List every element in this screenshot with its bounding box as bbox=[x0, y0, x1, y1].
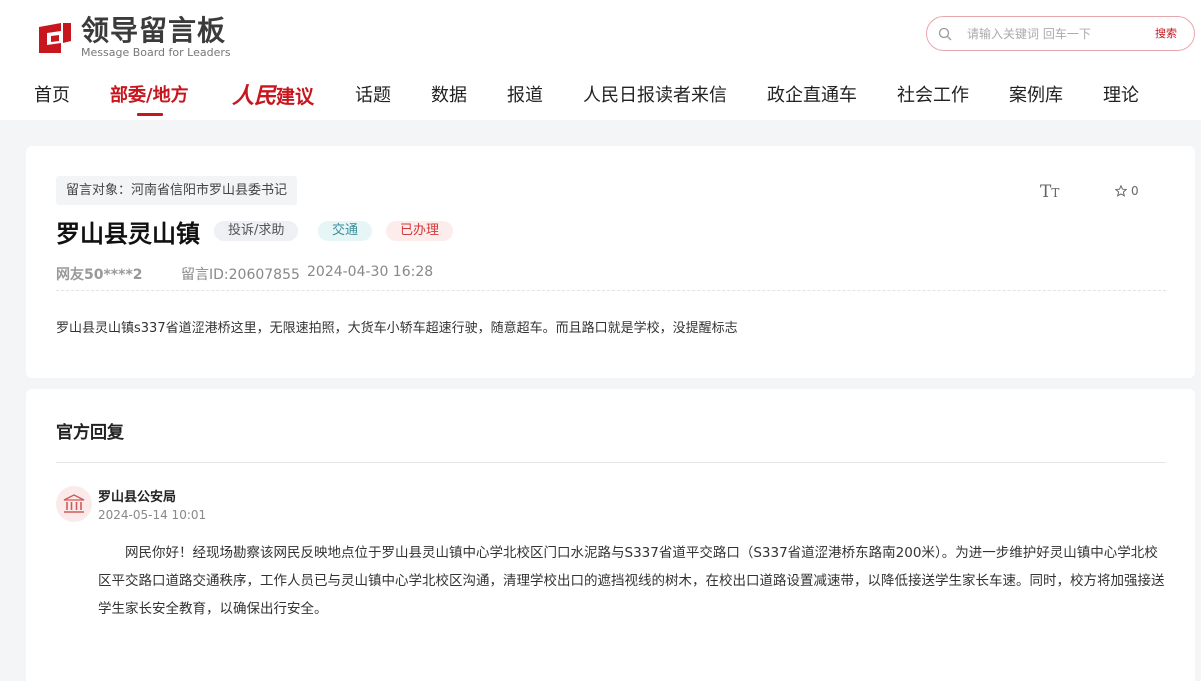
favorite-count: 0 bbox=[1131, 184, 1139, 198]
divider bbox=[56, 290, 1166, 291]
nav-item-people-suggestion[interactable]: 人民建议 bbox=[232, 78, 314, 110]
nav-brand-script: 人民 bbox=[232, 83, 277, 109]
tag-domain: 交通 bbox=[318, 221, 373, 241]
reply-section-title: 官方回复 bbox=[56, 423, 124, 443]
reply-time: 2024-05-14 10:01 bbox=[98, 508, 207, 522]
nav-item-reports[interactable]: 报道 bbox=[507, 81, 543, 107]
divider bbox=[56, 462, 1166, 463]
message-card: 留言对象：河南省信阳市罗山县委书记 TT 0 罗山县灵山镇 投诉/求助 交通 已… bbox=[26, 146, 1195, 378]
message-content: 罗山县灵山镇s337省道涩港桥这里，无限速拍照，大货车小轿车超速行驶，随意超车。… bbox=[56, 321, 738, 336]
reply-body: 网民你好！经现场勘察该网民反映地点位于罗山县灵山镇中心学北校区门口水泥路与S33… bbox=[98, 545, 1165, 617]
status-badge: 已办理 bbox=[386, 221, 454, 241]
search-input[interactable] bbox=[967, 23, 1147, 45]
nav-active-indicator bbox=[137, 113, 163, 116]
nav-brand-text: 建议 bbox=[276, 86, 315, 108]
nav-item-data[interactable]: 数据 bbox=[431, 81, 467, 107]
nav-item-enterprise[interactable]: 政企直通车 bbox=[767, 81, 857, 107]
tag-type: 投诉/求助 bbox=[214, 221, 299, 241]
site-logo[interactable]: 领导留言板 Message Board for Leaders bbox=[35, 16, 231, 59]
search-box: 搜索 bbox=[926, 16, 1195, 51]
message-time: 2024-04-30 16:28 bbox=[307, 264, 434, 280]
nav-item-home[interactable]: 首页 bbox=[34, 81, 70, 107]
nav-item-topics[interactable]: 话题 bbox=[355, 81, 391, 107]
department-avatar bbox=[56, 486, 92, 522]
nav-item-reader-letters[interactable]: 人民日报读者来信 bbox=[583, 81, 727, 107]
message-author: 网友50****2 bbox=[56, 267, 143, 283]
search-icon bbox=[938, 27, 952, 41]
logo-text: 领导留言板 Message Board for Leaders bbox=[81, 16, 231, 59]
nav-item-social-work[interactable]: 社会工作 bbox=[897, 81, 969, 107]
nav-item-theory[interactable]: 理论 bbox=[1103, 81, 1139, 107]
site-header: 领导留言板 Message Board for Leaders 搜索 首页 部委… bbox=[0, 0, 1201, 120]
message-target: 留言对象：河南省信阳市罗山县委书记 bbox=[56, 176, 298, 205]
nav-item-case-library[interactable]: 案例库 bbox=[1009, 81, 1063, 107]
search-button[interactable]: 搜索 bbox=[1155, 25, 1177, 41]
nav-item-ministries-local[interactable]: 部委/地方 bbox=[110, 81, 189, 107]
main-nav: 首页 部委/地方 人民建议 话题 数据 报道 人民日报读者来信 政企直通车 社会… bbox=[0, 76, 1201, 116]
reply-department: 罗山县公安局 bbox=[98, 490, 177, 505]
message-title: 罗山县灵山镇 bbox=[56, 220, 200, 248]
message-id: 留言ID:20607855 bbox=[181, 267, 300, 283]
government-building-icon bbox=[63, 494, 85, 513]
favorite-button[interactable]: 0 bbox=[1115, 184, 1139, 198]
logo-title-cn: 领导留言板 bbox=[81, 14, 227, 47]
logo-title-en: Message Board for Leaders bbox=[81, 46, 231, 59]
logo-icon bbox=[35, 19, 73, 57]
reply-card: 官方回复 罗山县公安局 2024-05-14 10:01 网民你好！经现场勘察该… bbox=[26, 389, 1195, 681]
font-size-icon[interactable]: TT bbox=[1040, 182, 1059, 202]
star-icon bbox=[1115, 185, 1127, 197]
